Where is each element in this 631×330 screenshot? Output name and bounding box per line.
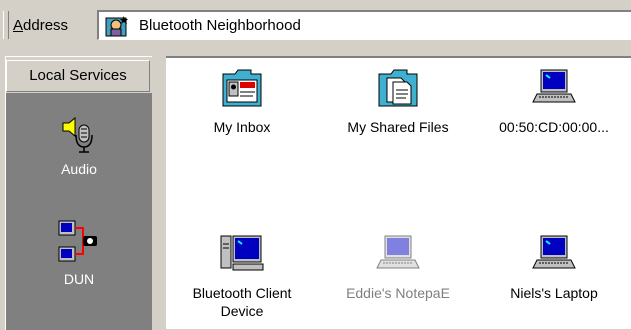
item-label: My Inbox [213,119,271,135]
item-label: Eddie's NotepaE [346,285,450,301]
service-audio[interactable]: Audio [6,115,152,177]
service-label: DUN [63,271,95,287]
item-eddies-notepae[interactable]: Eddie's NotepaE [328,232,468,302]
local-services-header[interactable]: Local Services [6,60,150,92]
address-label: Address [13,17,69,34]
address-toolbar: Address Bluetooth Neighborhood [0,0,631,48]
service-dun[interactable]: DUN [6,219,152,287]
item-bluetooth-client-device[interactable]: Bluetooth Client Device [172,232,312,320]
item-label: My Shared Files [347,119,449,135]
item-label: 00:50:CD:00:00... [499,119,609,135]
local-services-pane: Local Services Audio DUN [0,56,161,330]
item-label: Niels's Laptop [510,285,598,301]
address-value: Bluetooth Neighborhood [139,17,301,34]
local-services-list: Audio DUN [6,93,152,330]
laptop-icon [532,235,576,269]
service-label: Audio [61,161,97,177]
laptop-dimmed-icon [376,235,420,269]
item-device-address[interactable]: 00:50:CD:00:00... [484,66,624,136]
address-field[interactable]: Bluetooth Neighborhood [97,10,631,40]
item-my-inbox[interactable]: My Inbox [172,66,312,136]
toolbar-grip[interactable] [3,11,9,39]
item-my-shared-files[interactable]: My Shared Files [328,66,468,136]
headset-microphone-icon [62,116,93,153]
dial-up-network-icon [58,220,97,262]
bluetooth-neighborhood-icon [105,16,128,37]
devices-view: My Inbox My Shared Files 00:50:CD:00:00.… [166,56,631,329]
item-label: Bluetooth Client Device [192,285,292,319]
desktop-computer-icon [220,235,264,271]
laptop-icon [532,69,576,103]
item-niels-laptop[interactable]: Niels's Laptop [484,232,624,302]
shared-files-folder-icon [378,69,418,107]
inbox-card-folder-icon [222,69,262,107]
